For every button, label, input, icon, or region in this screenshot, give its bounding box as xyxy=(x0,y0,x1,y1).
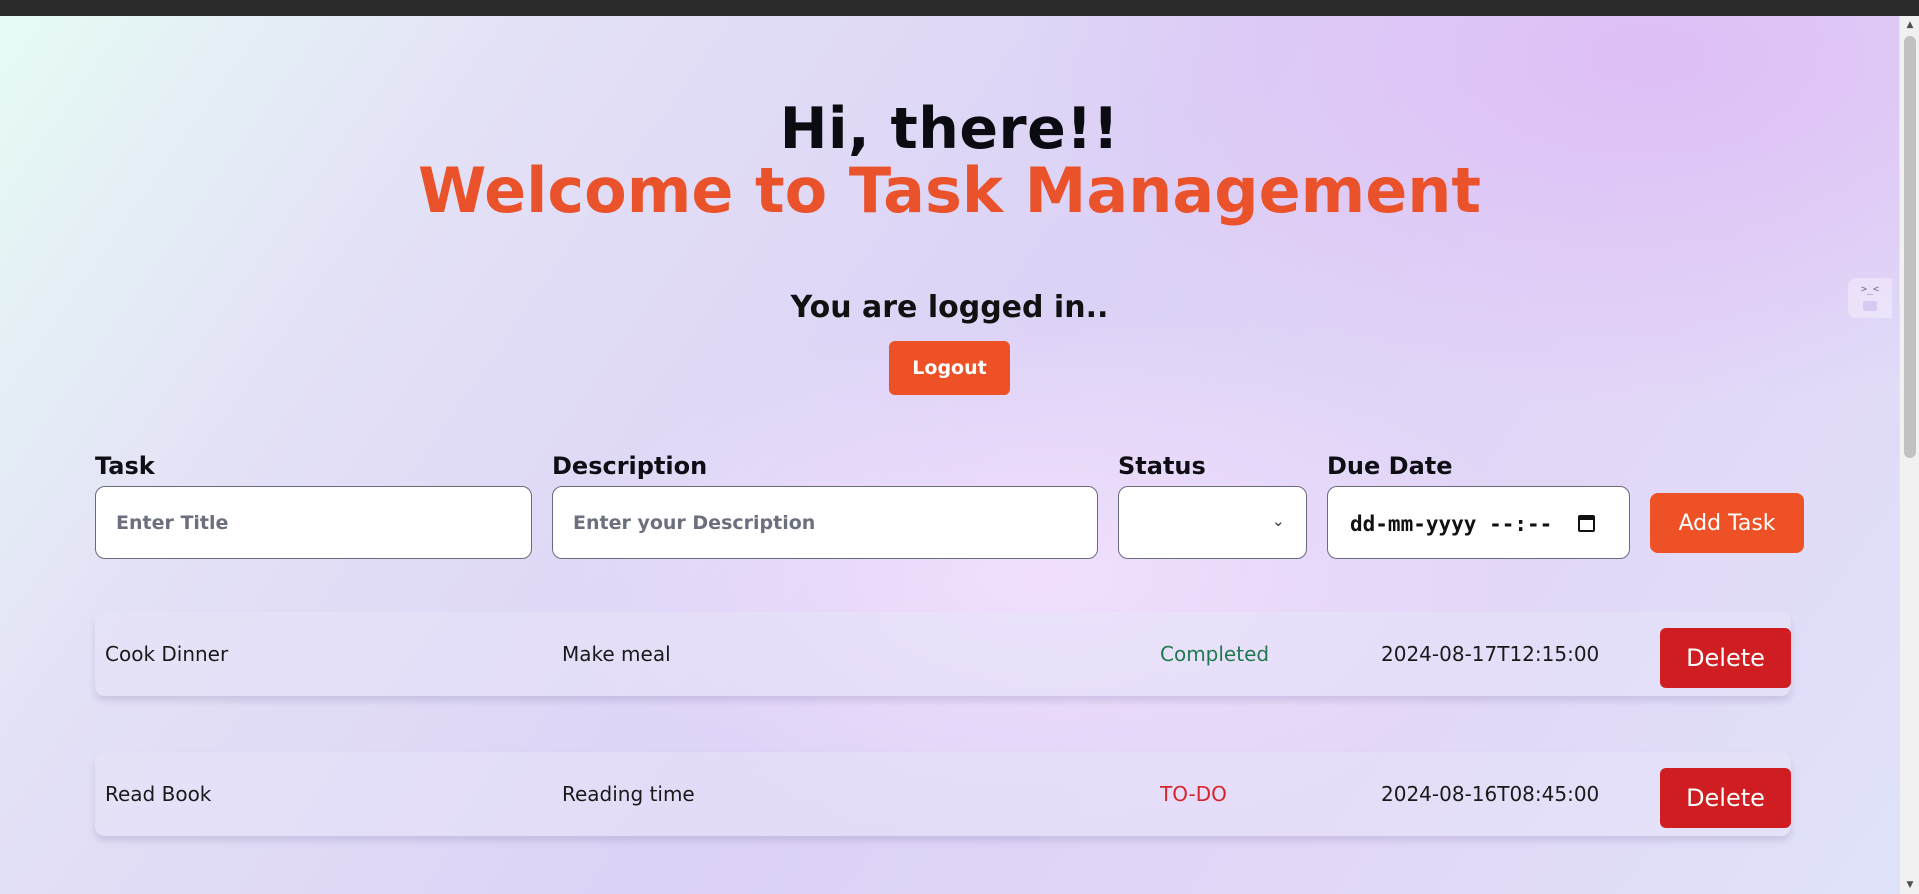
add-task-button[interactable]: Add Task xyxy=(1650,493,1804,553)
task-title-input[interactable] xyxy=(96,487,531,558)
description-label: Description xyxy=(552,452,708,480)
greeting-heading: Hi, there!! xyxy=(779,96,1120,162)
due-date-placeholder: dd-mm-yyyy --:-- xyxy=(1350,512,1553,536)
page-scrollbar[interactable]: ▲ ▼ xyxy=(1899,16,1919,894)
description-field-box xyxy=(552,486,1098,559)
status-select[interactable]: ⌄ xyxy=(1118,486,1307,559)
task-label: Task xyxy=(95,452,155,480)
task-title: Cook Dinner xyxy=(105,642,229,666)
delete-task-button[interactable]: Delete xyxy=(1660,768,1791,828)
chevron-down-icon: ⌄ xyxy=(1272,512,1285,530)
task-due-date: 2024-08-17T12:15:00 xyxy=(1381,642,1600,666)
calendar-icon[interactable] xyxy=(1578,515,1595,532)
due-date-input[interactable]: dd-mm-yyyy --:-- xyxy=(1327,486,1630,559)
welcome-heading: Welcome to Task Management xyxy=(417,154,1482,227)
scroll-down-arrow-icon[interactable]: ▼ xyxy=(1900,876,1919,894)
scroll-thumb[interactable] xyxy=(1904,36,1916,458)
due-date-label: Due Date xyxy=(1327,452,1453,480)
task-status: Completed xyxy=(1160,642,1270,666)
browser-top-bar xyxy=(0,0,1919,16)
task-field-box xyxy=(95,486,532,559)
task-description: Make meal xyxy=(562,642,671,666)
task-due-date: 2024-08-16T08:45:00 xyxy=(1381,782,1600,806)
description-input[interactable] xyxy=(553,487,1097,558)
status-label: Status xyxy=(1118,452,1206,480)
task-title: Read Book xyxy=(105,782,212,806)
logout-button[interactable]: Logout xyxy=(889,341,1010,395)
task-row: Cook Dinner Make meal Completed 2024-08-… xyxy=(95,612,1791,696)
delete-task-button[interactable]: Delete xyxy=(1660,628,1791,688)
task-status: TO-DO xyxy=(1160,782,1227,806)
scroll-up-arrow-icon[interactable]: ▲ xyxy=(1900,16,1919,34)
login-status-text: You are logged in.. xyxy=(790,290,1109,325)
task-description: Reading time xyxy=(562,782,695,806)
task-row: Read Book Reading time TO-DO 2024-08-16T… xyxy=(95,752,1791,836)
